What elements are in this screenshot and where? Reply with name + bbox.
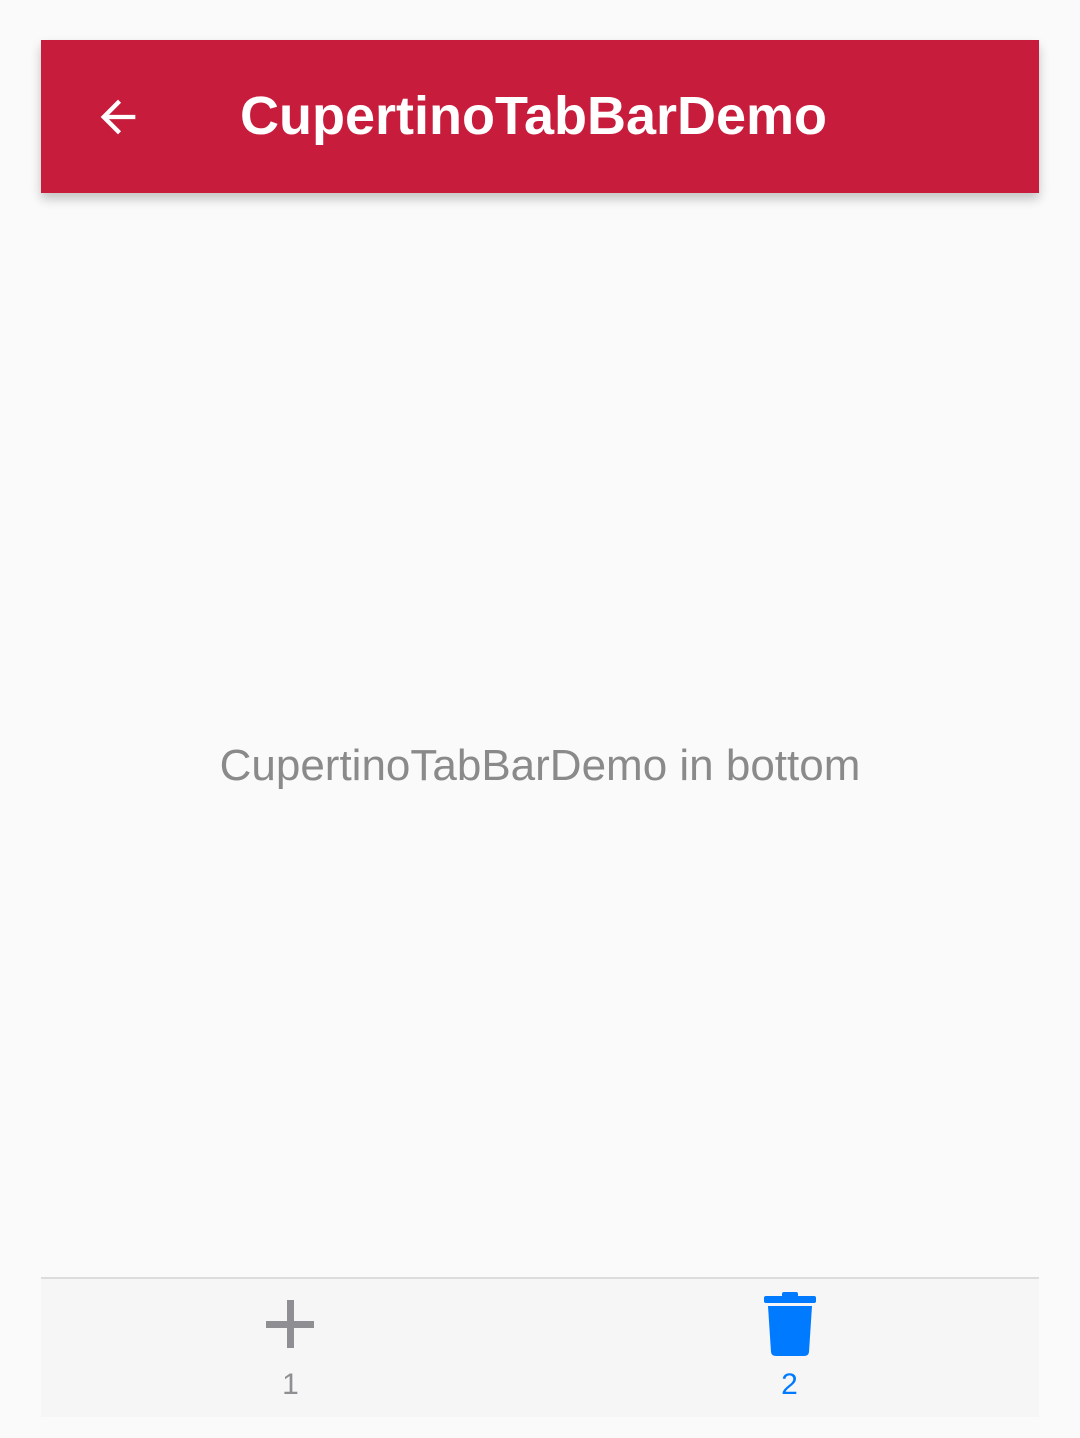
main-content: CupertinoTabBarDemo in bottom <box>41 193 1039 1278</box>
screen: CupertinoTabBarDemo CupertinoTabBarDemo … <box>0 0 1080 1438</box>
tab-1[interactable]: 1 <box>41 1279 540 1417</box>
add-icon <box>259 1293 323 1357</box>
tab-bar: 1 2 <box>41 1277 1039 1417</box>
page-title: CupertinoTabBarDemo <box>240 86 828 146</box>
app-bar: CupertinoTabBarDemo <box>41 40 1039 193</box>
tab-label: 1 <box>282 1368 299 1401</box>
trash-icon <box>758 1292 822 1357</box>
tab-2[interactable]: 2 <box>540 1279 1039 1417</box>
body-text: CupertinoTabBarDemo in bottom <box>219 740 861 790</box>
arrow-back-icon <box>100 99 136 135</box>
back-button[interactable] <box>81 80 155 154</box>
app-window: CupertinoTabBarDemo CupertinoTabBarDemo … <box>41 40 1039 1417</box>
tab-label: 2 <box>781 1368 798 1401</box>
